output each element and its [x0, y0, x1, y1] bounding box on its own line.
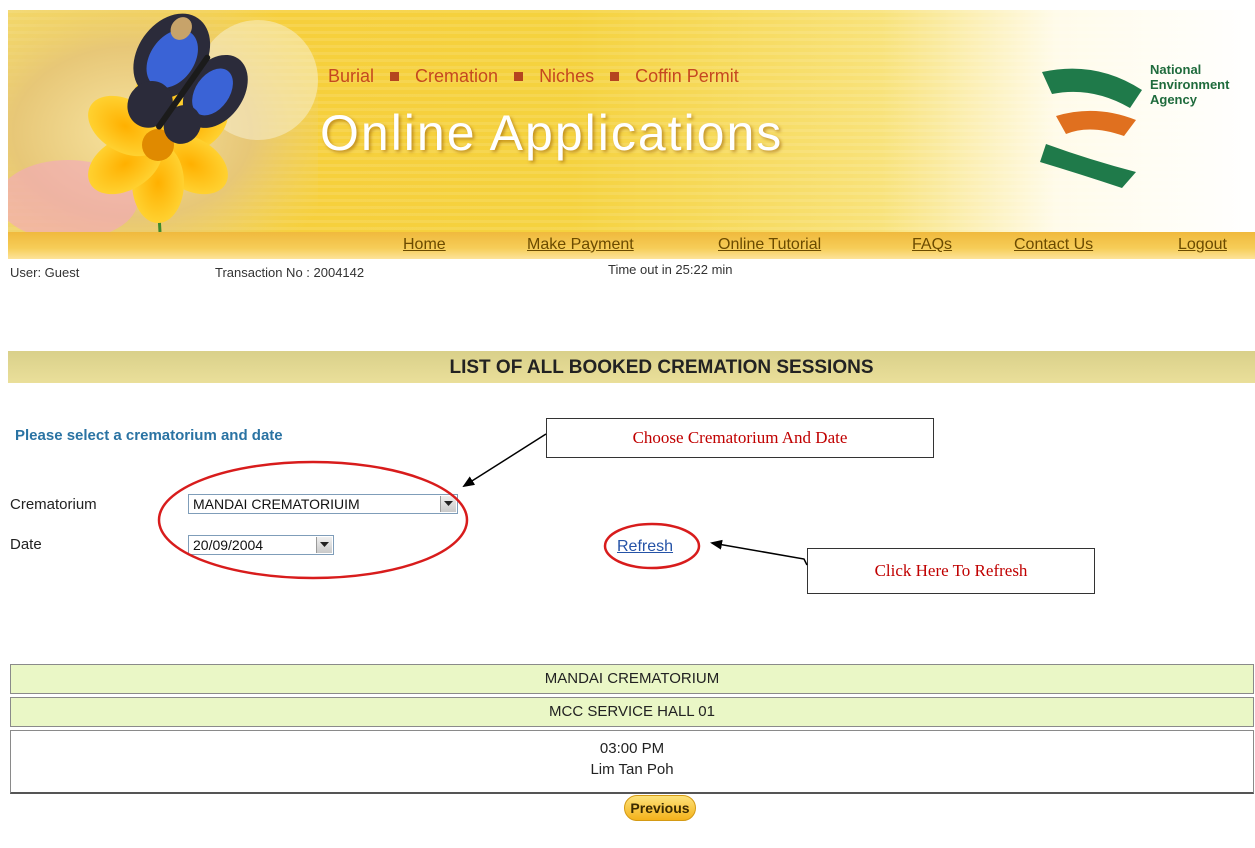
annotation-ellipse-form — [157, 460, 469, 580]
results-crematorium-row: MANDAI CREMATORIUM — [10, 664, 1254, 694]
results-hall: MCC SERVICE HALL 01 — [549, 703, 715, 720]
session-row: 03:00 PM Lim Tan Poh — [10, 730, 1254, 794]
results-crematorium: MANDAI CREMATORIUM — [544, 670, 720, 687]
annotation-arrow-refresh — [710, 539, 808, 566]
results-hall-row: MCC SERVICE HALL 01 — [10, 697, 1254, 727]
previous-button[interactable]: Previous — [624, 795, 696, 821]
session-deceased-name: Lim Tan Poh — [590, 761, 674, 778]
annotation-ellipse-refresh — [603, 522, 701, 570]
session-time: 03:00 PM — [599, 740, 665, 757]
annotation-arrow-choose — [462, 433, 547, 488]
